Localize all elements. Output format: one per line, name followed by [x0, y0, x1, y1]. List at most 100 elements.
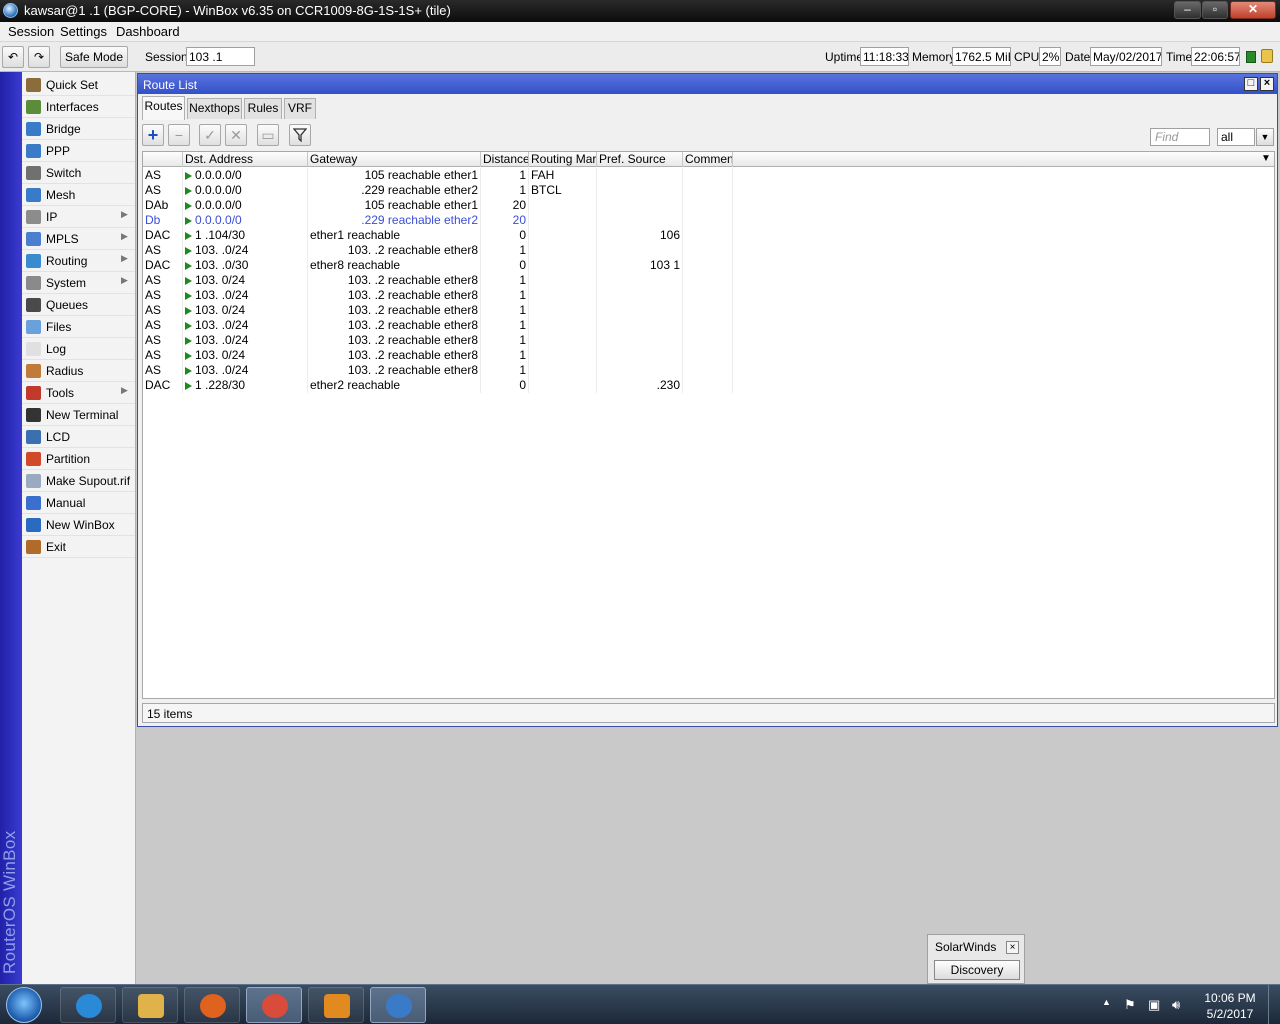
- sidebar-item-interfaces[interactable]: Interfaces: [22, 96, 135, 118]
- sidebar-item-radius[interactable]: Radius: [22, 360, 135, 382]
- column-menu-icon[interactable]: ▼: [1261, 153, 1271, 164]
- disable-route-button[interactable]: ✕: [225, 124, 247, 146]
- solarwinds-close-button[interactable]: ×: [1006, 941, 1019, 954]
- table-row[interactable]: DAC 1 .228/30 ether2 reachable 0 .230: [143, 378, 1274, 393]
- volume-icon[interactable]: 🔊︎: [1172, 997, 1180, 1013]
- network-icon[interactable]: ▣: [1148, 997, 1160, 1013]
- sidebar-item-new-winbox[interactable]: New WinBox: [22, 514, 135, 536]
- column-header-gateway[interactable]: Gateway: [308, 152, 481, 167]
- comment-route-button[interactable]: ▭: [257, 124, 279, 146]
- sidebar-item-queues[interactable]: Queues: [22, 294, 135, 316]
- start-button[interactable]: [6, 987, 42, 1023]
- table-row[interactable]: AS 103. .0/24 103. .2 reachable ether8 1: [143, 333, 1274, 348]
- taskbar-internet-explorer-button[interactable]: [60, 987, 116, 1023]
- taskbar-file-explorer-button[interactable]: [122, 987, 178, 1023]
- submenu-arrow-icon: ▶: [121, 231, 128, 241]
- table-row[interactable]: Db 0.0.0.0/0 .229 reachable ether2 20: [143, 213, 1274, 228]
- taskbar-chrome-button[interactable]: [246, 987, 302, 1023]
- table-row[interactable]: AS 0.0.0.0/0 .229 reachable ether2 1 BTCL: [143, 183, 1274, 198]
- ppp-icon: [26, 144, 41, 158]
- sidebar-item-system[interactable]: System ▶: [22, 272, 135, 294]
- column-header-pref-source[interactable]: Pref. Source: [597, 152, 683, 167]
- sidebar-item-routing[interactable]: Routing ▶: [22, 250, 135, 272]
- table-row[interactable]: AS 103. .0/24 103. .2 reachable ether8 1: [143, 243, 1274, 258]
- tray-expand-icon[interactable]: ▲: [1102, 997, 1111, 1007]
- sidebar-item-files[interactable]: Files: [22, 316, 135, 338]
- menu-settings[interactable]: Settings: [60, 24, 107, 39]
- table-row[interactable]: DAC 1 .104/30 ether1 reachable 0 106: [143, 228, 1274, 243]
- sidebar-item-new-terminal[interactable]: New Terminal: [22, 404, 135, 426]
- tab-rules[interactable]: Rules: [244, 98, 282, 119]
- table-row[interactable]: DAC 103. .0/30 ether8 reachable 0 103 1: [143, 258, 1274, 273]
- sidebar-item-partition[interactable]: Partition: [22, 448, 135, 470]
- sidebar-item-switch[interactable]: Switch: [22, 162, 135, 184]
- table-row[interactable]: AS 103. 0/24 103. .2 reachable ether8 1: [143, 348, 1274, 363]
- show-desktop-button[interactable]: [1268, 985, 1280, 1024]
- undo-button[interactable]: ↶: [2, 46, 24, 68]
- sidebar-item-mpls[interactable]: MPLS ▶: [22, 228, 135, 250]
- column-header-dst-address[interactable]: Dst. Address: [183, 152, 308, 167]
- cell-comment: [683, 288, 733, 303]
- table-row[interactable]: AS 103. 0/24 103. .2 reachable ether8 1: [143, 303, 1274, 318]
- sidebar-item-tools[interactable]: Tools ▶: [22, 382, 135, 404]
- cell-routing-mark: [529, 198, 597, 213]
- discovery-button[interactable]: Discovery: [934, 960, 1020, 980]
- tab-nexthops[interactable]: Nexthops: [187, 98, 242, 119]
- redo-button[interactable]: ↷: [28, 46, 50, 68]
- close-button[interactable]: ✕: [1230, 1, 1276, 19]
- cell-distance: 20: [481, 198, 529, 213]
- table-row[interactable]: AS 103. .0/24 103. .2 reachable ether8 1: [143, 288, 1274, 303]
- filter-dropdown-icon[interactable]: ▼: [1256, 128, 1274, 146]
- cell-distance: 1: [481, 183, 529, 198]
- sidebar-item-make-supout-rif[interactable]: Make Supout.rif: [22, 470, 135, 492]
- sidebar-item-bridge[interactable]: Bridge: [22, 118, 135, 140]
- sidebar-item-lcd[interactable]: LCD: [22, 426, 135, 448]
- menu-session[interactable]: Session: [8, 24, 54, 39]
- dst-address-text: 103. .0/30: [195, 258, 249, 272]
- tab-routes[interactable]: Routes: [142, 96, 185, 120]
- table-row[interactable]: AS 103. .0/24 103. .2 reachable ether8 1: [143, 363, 1274, 378]
- sidebar-item-log[interactable]: Log: [22, 338, 135, 360]
- taskbar-winbox-button[interactable]: [370, 987, 426, 1023]
- column-header-flags[interactable]: [143, 152, 183, 167]
- column-header-comment[interactable]: Comment: [683, 152, 733, 167]
- cell-flags: AS: [143, 168, 183, 183]
- menu-dashboard[interactable]: Dashboard: [116, 24, 180, 39]
- enable-route-button[interactable]: ✓: [199, 124, 221, 146]
- find-input[interactable]: Find: [1150, 128, 1210, 146]
- cell-pref-source: .230: [597, 378, 683, 393]
- sidebar-item-manual[interactable]: Manual: [22, 492, 135, 514]
- column-header-routing-mark[interactable]: Routing Mark: [529, 152, 597, 167]
- minimize-button[interactable]: –: [1174, 1, 1201, 19]
- route-list-title-bar[interactable]: Route List □ ×: [138, 74, 1277, 94]
- tab-vrf[interactable]: VRF: [284, 98, 316, 119]
- taskbar-firefox-button[interactable]: [184, 987, 240, 1023]
- cell-flags: AS: [143, 348, 183, 363]
- sidebar-item-quick-set[interactable]: Quick Set: [22, 74, 135, 96]
- cell-routing-mark: [529, 378, 597, 393]
- add-route-button[interactable]: +: [142, 124, 164, 146]
- filter-button[interactable]: [289, 124, 311, 146]
- cell-routing-mark: [529, 333, 597, 348]
- taskbar-media-player-button[interactable]: [308, 987, 364, 1023]
- sidebar-item-ip[interactable]: IP ▶: [22, 206, 135, 228]
- action-center-flag-icon[interactable]: ⚑: [1124, 997, 1136, 1013]
- cell-flags: AS: [143, 318, 183, 333]
- route-list-maximize-button[interactable]: □: [1244, 77, 1258, 91]
- maximize-button[interactable]: ▫: [1202, 1, 1228, 19]
- filter-select[interactable]: all: [1217, 128, 1255, 146]
- safe-mode-button[interactable]: Safe Mode: [60, 46, 128, 68]
- sidebar-item-mesh[interactable]: Mesh: [22, 184, 135, 206]
- route-list-close-button[interactable]: ×: [1260, 77, 1274, 91]
- sidebar-item-exit[interactable]: Exit: [22, 536, 135, 558]
- remove-route-button[interactable]: −: [168, 124, 190, 146]
- column-header-distance[interactable]: Distance: [481, 152, 529, 167]
- table-row[interactable]: AS 0.0.0.0/0 105 reachable ether1 1 FAH: [143, 168, 1274, 183]
- session-field[interactable]: 103 .1: [186, 47, 255, 66]
- table-row[interactable]: AS 103. .0/24 103. .2 reachable ether8 1: [143, 318, 1274, 333]
- table-row[interactable]: DAb 0.0.0.0/0 105 reachable ether1 20: [143, 198, 1274, 213]
- table-row[interactable]: AS 103. 0/24 103. .2 reachable ether8 1: [143, 273, 1274, 288]
- system-clock[interactable]: 10:06 PM 5/2/2017: [1200, 990, 1260, 1022]
- sidebar-item-ppp[interactable]: PPP: [22, 140, 135, 162]
- interfaces-icon: [26, 100, 41, 114]
